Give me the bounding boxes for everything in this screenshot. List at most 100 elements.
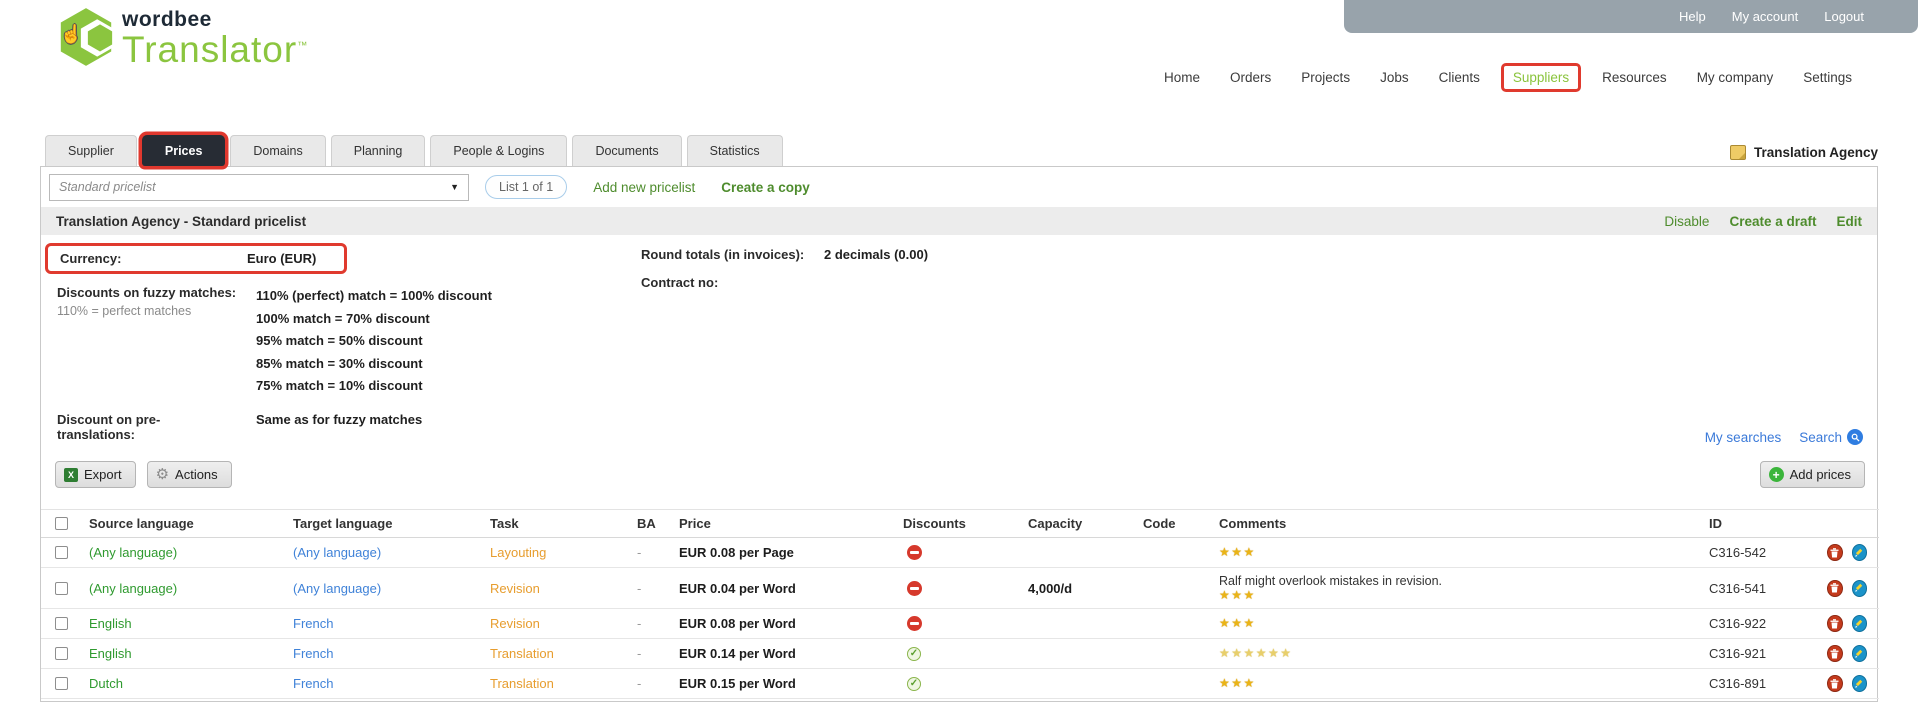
- contract-row: Contract no:: [641, 275, 928, 290]
- col-source-language: Source language: [85, 510, 289, 538]
- id-cell: C316-921: [1705, 639, 1823, 669]
- row-checkbox[interactable]: [55, 546, 68, 559]
- source-language-cell[interactable]: English: [85, 609, 289, 639]
- tabs-row: Supplier Prices Domains Planning People …: [45, 134, 1878, 166]
- row-actions: [1827, 615, 1875, 632]
- task-cell[interactable]: Revision: [486, 568, 633, 609]
- pricelist-select-value: Standard pricelist: [59, 180, 156, 194]
- edit-icon[interactable]: [1852, 675, 1868, 692]
- delete-icon[interactable]: [1827, 615, 1843, 632]
- discount-cell: [899, 568, 1024, 609]
- comments-cell: Ralf might overlook mistakes in revision…: [1215, 568, 1705, 609]
- nav-item-my-company[interactable]: My company: [1697, 70, 1774, 85]
- fuzzy-line: 75% match = 10% discount: [256, 375, 492, 398]
- delete-icon[interactable]: [1827, 544, 1843, 561]
- nav-item-resources[interactable]: Resources: [1602, 70, 1667, 85]
- search-link-wrap[interactable]: Search: [1799, 429, 1863, 445]
- logout-link[interactable]: Logout: [1824, 9, 1864, 24]
- row-checkbox[interactable]: [55, 582, 68, 595]
- edit-link[interactable]: Edit: [1837, 214, 1863, 229]
- row-actions: [1827, 645, 1875, 662]
- nav-item-suppliers[interactable]: Suppliers: [1513, 70, 1569, 85]
- source-language-cell[interactable]: English: [85, 639, 289, 669]
- search-link[interactable]: Search: [1799, 430, 1842, 445]
- edit-icon[interactable]: [1852, 544, 1868, 561]
- target-language-cell[interactable]: (Any language): [289, 568, 486, 609]
- source-language-cell[interactable]: (Any language): [85, 568, 289, 609]
- rating-stars: ★★★: [1219, 546, 1701, 559]
- comments-cell: ★★★: [1215, 609, 1705, 639]
- price-table: Source language Target language Task BA …: [41, 509, 1879, 699]
- comments-cell: ★★★: [1215, 669, 1705, 699]
- wordbee-logo[interactable]: wordbee Translator™: [58, 6, 308, 68]
- price-row: English French Translation - EUR 0.14 pe…: [41, 639, 1879, 669]
- delete-icon[interactable]: [1827, 645, 1843, 662]
- comments-cell: ★★★★★★: [1215, 639, 1705, 669]
- add-new-pricelist-link[interactable]: Add new pricelist: [593, 180, 695, 195]
- rating-stars: ★★★: [1219, 677, 1701, 690]
- toolbar: X Export ⚙ Actions + Add prices: [55, 461, 1865, 488]
- edit-icon[interactable]: [1852, 615, 1868, 632]
- my-searches-link[interactable]: My searches: [1705, 430, 1782, 445]
- discount-cell: ✓: [899, 669, 1024, 699]
- tab-planning[interactable]: Planning: [331, 135, 426, 166]
- comments-cell: ★★★: [1215, 538, 1705, 568]
- edit-icon[interactable]: [1852, 580, 1868, 597]
- target-language-cell[interactable]: (Any language): [289, 538, 486, 568]
- fuzzy-discounts-row: Discounts on fuzzy matches: 110% = perfe…: [57, 285, 632, 398]
- create-draft-link[interactable]: Create a draft: [1729, 214, 1816, 229]
- row-checkbox[interactable]: [55, 647, 68, 660]
- nav-item-jobs[interactable]: Jobs: [1380, 70, 1409, 85]
- create-copy-link[interactable]: Create a copy: [721, 180, 810, 195]
- source-language-cell[interactable]: (Any language): [85, 538, 289, 568]
- col-price: Price: [675, 510, 899, 538]
- actions-button[interactable]: ⚙ Actions: [147, 461, 232, 488]
- tab-statistics[interactable]: Statistics: [687, 135, 783, 166]
- tab-domains[interactable]: Domains: [230, 135, 325, 166]
- tab-documents[interactable]: Documents: [572, 135, 681, 166]
- fuzzy-line: 100% match = 70% discount: [256, 308, 492, 331]
- col-code: Code: [1139, 510, 1215, 538]
- row-checkbox[interactable]: [55, 677, 68, 690]
- col-target-language: Target language: [289, 510, 486, 538]
- my-account-link[interactable]: My account: [1732, 9, 1798, 24]
- add-prices-button[interactable]: + Add prices: [1760, 461, 1865, 488]
- capacity-cell: [1024, 669, 1139, 699]
- discount-cell: ✓: [899, 639, 1024, 669]
- edit-icon[interactable]: [1852, 645, 1868, 662]
- task-cell[interactable]: Translation: [486, 669, 633, 699]
- row-actions: [1827, 675, 1875, 692]
- nav-item-clients[interactable]: Clients: [1439, 70, 1480, 85]
- row-checkbox[interactable]: [55, 617, 68, 630]
- delete-icon[interactable]: [1827, 675, 1843, 692]
- nav-item-orders[interactable]: Orders: [1230, 70, 1271, 85]
- nav-item-settings[interactable]: Settings: [1803, 70, 1852, 85]
- col-ba: BA: [633, 510, 675, 538]
- target-language-cell[interactable]: French: [289, 669, 486, 699]
- help-link[interactable]: Help: [1679, 9, 1706, 24]
- topbar: Help My account Logout: [1344, 0, 1918, 33]
- task-cell[interactable]: Translation: [486, 639, 633, 669]
- rating-stars: ★★★: [1219, 589, 1701, 602]
- nav-item-home[interactable]: Home: [1164, 70, 1200, 85]
- col-comments: Comments: [1215, 510, 1705, 538]
- price-cell: EUR 0.04 per Word: [675, 568, 899, 609]
- target-language-cell[interactable]: French: [289, 639, 486, 669]
- tab-prices[interactable]: Prices: [142, 135, 226, 166]
- select-all-checkbox[interactable]: [55, 517, 68, 530]
- disable-link[interactable]: Disable: [1664, 214, 1709, 229]
- price-cell: EUR 0.14 per Word: [675, 639, 899, 669]
- pricelist-select[interactable]: Standard pricelist ▼: [49, 174, 469, 201]
- source-language-cell[interactable]: Dutch: [85, 669, 289, 699]
- tab-supplier[interactable]: Supplier: [45, 135, 137, 166]
- export-button[interactable]: X Export: [55, 461, 136, 488]
- task-cell[interactable]: Revision: [486, 609, 633, 639]
- target-language-cell[interactable]: French: [289, 609, 486, 639]
- comment-text: Ralf might overlook mistakes in revision…: [1219, 574, 1701, 589]
- search-icon[interactable]: [1847, 429, 1863, 445]
- nav-item-projects[interactable]: Projects: [1301, 70, 1350, 85]
- delete-icon[interactable]: [1827, 580, 1843, 597]
- discount-allowed-icon: ✓: [907, 647, 921, 661]
- task-cell[interactable]: Layouting: [486, 538, 633, 568]
- tab-people-logins[interactable]: People & Logins: [430, 135, 567, 166]
